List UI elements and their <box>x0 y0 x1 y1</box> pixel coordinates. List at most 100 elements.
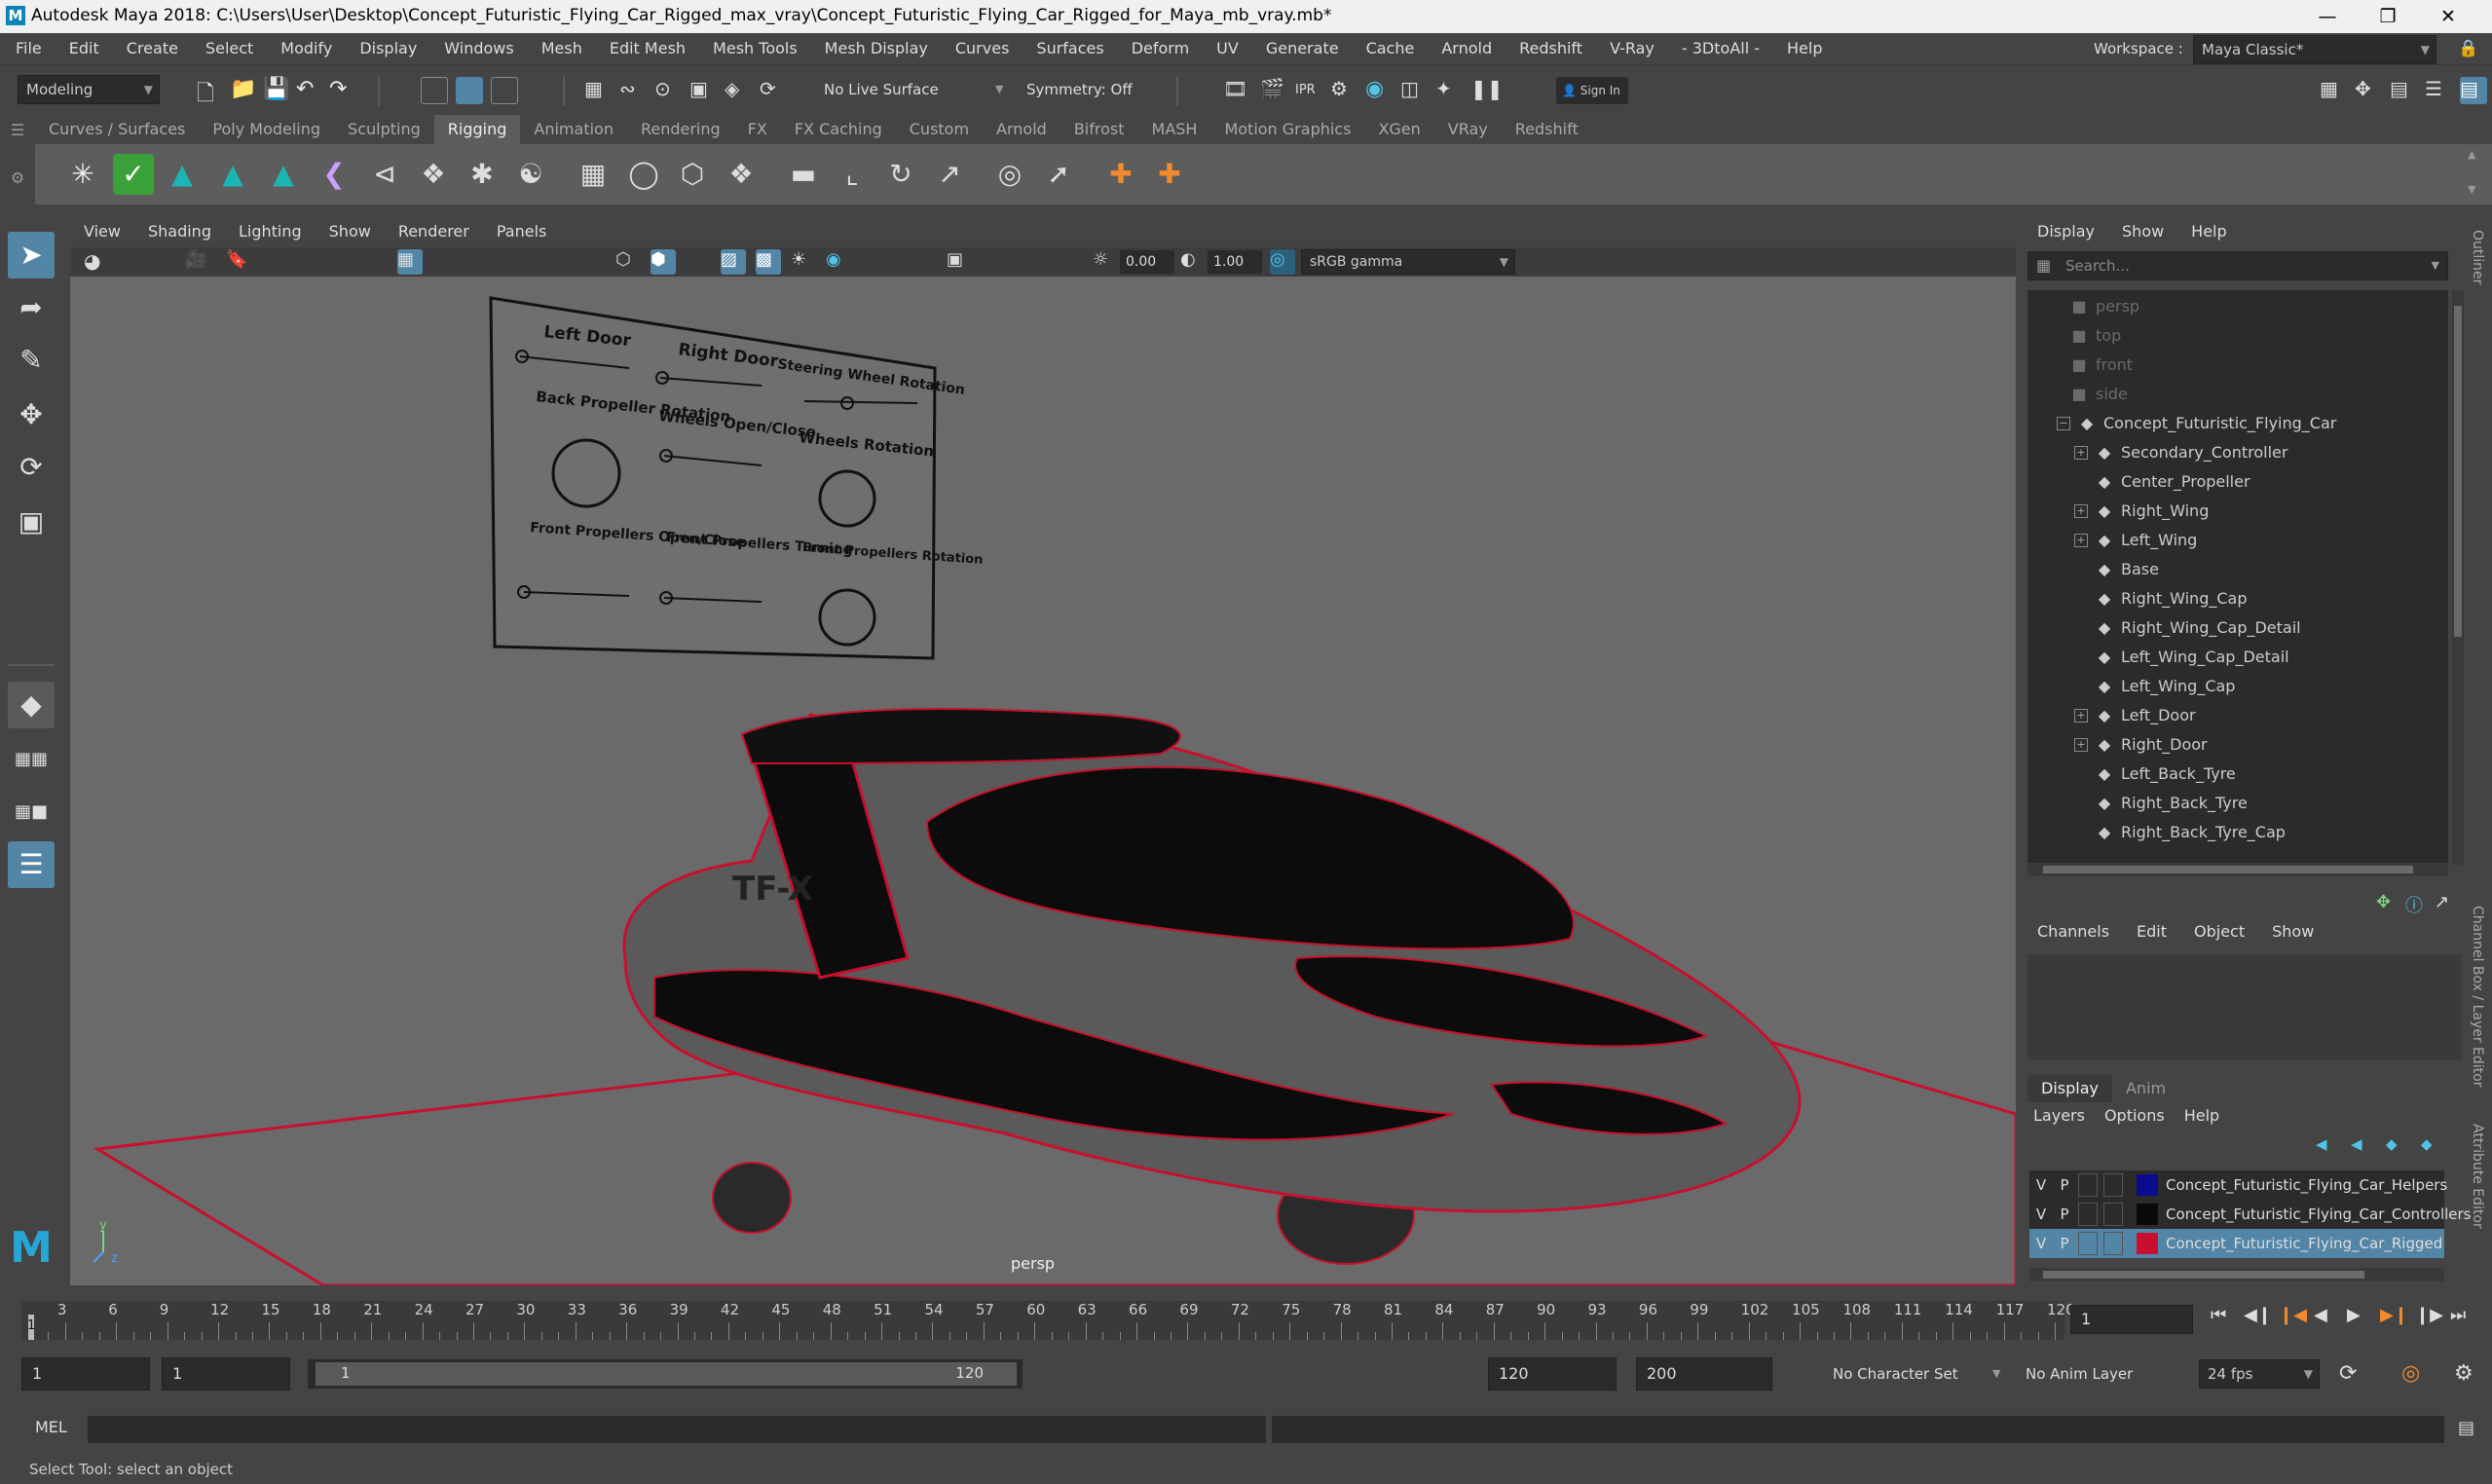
channel-box-area[interactable] <box>2027 954 2462 1059</box>
viewport-menu-view[interactable]: View <box>70 216 134 247</box>
orient-constraint-icon[interactable]: ↻ <box>880 154 921 195</box>
menu-select[interactable]: Select <box>192 33 267 64</box>
layer-menu-layers[interactable]: Layers <box>2024 1102 2095 1130</box>
hscroll-thumb[interactable] <box>2043 1271 2364 1279</box>
single-perspective-layout-icon[interactable]: ◆ <box>8 682 55 728</box>
mirror-joint-icon[interactable]: ❮ <box>314 154 354 195</box>
shelf-tab-fx-caching[interactable]: FX Caching <box>781 115 896 144</box>
layer-row[interactable]: V P Concept_Futuristic_Flying_Car_Rigged <box>2029 1229 2444 1258</box>
new-scene-icon[interactable]: 🗋 <box>197 77 224 106</box>
outliner-item-left-wing-cap-detail[interactable]: ◆ Left_Wing_Cap_Detail <box>2074 643 2289 672</box>
menu-create[interactable]: Create <box>113 33 192 64</box>
locator-icon[interactable]: ✚ <box>1100 154 1141 195</box>
flying-car-model[interactable]: TF-X <box>622 708 1802 1265</box>
snap-view-icon[interactable]: ▣ <box>689 77 717 104</box>
ik-handle-icon[interactable]: ▲ <box>162 154 203 195</box>
playback-end-field[interactable]: 120 <box>1488 1357 1617 1391</box>
menu-arnold[interactable]: Arnold <box>1428 33 1506 64</box>
gamma-icon[interactable]: ◐ <box>1180 249 1206 275</box>
xray-icon[interactable]: ▩ <box>756 249 781 275</box>
four-view-layout-icon[interactable]: ▦▦ <box>8 736 55 783</box>
expand-icon[interactable]: + <box>2074 738 2088 752</box>
character-set-label[interactable]: No Character Set <box>1833 1365 1958 1383</box>
layer-tab-display[interactable]: Display <box>2027 1075 2112 1102</box>
character-controls-icon[interactable]: ✥ <box>2355 77 2382 104</box>
create-joint-icon[interactable]: ✳ <box>62 154 103 195</box>
minimize-button[interactable]: — <box>2300 0 2355 33</box>
menu-deform[interactable]: Deform <box>1118 33 1203 64</box>
chevron-down-icon[interactable]: ▼ <box>2432 259 2439 272</box>
viewport-canvas[interactable]: Left Door Right Door Steering Wheel Rota… <box>70 277 2016 1285</box>
control-board[interactable]: Left Door Right Door Steering Wheel Rota… <box>489 296 984 660</box>
wrap-deformer-icon[interactable]: ⬡ <box>672 154 713 195</box>
anim-preferences-icon[interactable]: ⚙ <box>2454 1361 2473 1386</box>
exposure-field[interactable]: 0.00 <box>1120 250 1174 274</box>
expand-icon[interactable]: + <box>2074 709 2088 723</box>
side-tab-attribute-editor[interactable]: Attribute Editor <box>2470 1124 2485 1229</box>
set-driven-key-icon[interactable]: ✚ <box>1149 154 1190 195</box>
go-to-end-icon[interactable]: ⏭ <box>2450 1305 2466 1325</box>
fps-dropdown[interactable]: 24 fps ▼ <box>2199 1359 2320 1389</box>
outliner-menu-display[interactable]: Display <box>2024 216 2108 247</box>
snap-grid-icon[interactable]: ▦ <box>584 77 612 104</box>
layer-template-toggle[interactable] <box>2103 1173 2123 1197</box>
menu-windows[interactable]: Windows <box>430 33 527 64</box>
lock-icon[interactable]: 🔒 <box>2458 39 2478 58</box>
outliner-item-left-back-tyre[interactable]: ◆ Left_Back_Tyre <box>2074 760 2236 789</box>
viewport-menu-shading[interactable]: Shading <box>134 216 225 247</box>
layer-visibility-toggle[interactable]: V <box>2031 1232 2051 1255</box>
outliner-item-right-back-tyre[interactable]: ◆ Right_Back_Tyre <box>2074 789 2248 818</box>
outliner-item-persp[interactable]: ■ persp <box>2068 292 2139 321</box>
layer-reference-toggle[interactable] <box>2078 1173 2098 1197</box>
help-icon[interactable]: ⓘ <box>2405 892 2423 917</box>
layer-reference-toggle[interactable] <box>2078 1203 2098 1226</box>
outliner-item-right-back-tyre-cap[interactable]: ◆ Right_Back_Tyre_Cap <box>2074 818 2286 847</box>
layer-menu-options[interactable]: Options <box>2095 1102 2175 1130</box>
attribute-editor-toggle-icon[interactable]: ▤ <box>2390 77 2417 104</box>
shelf-scroll-down-icon[interactable]: ▼ <box>2468 183 2475 196</box>
expand-icon[interactable]: + <box>2074 446 2088 460</box>
range-slider[interactable]: 1 120 <box>308 1359 1023 1389</box>
menu-edit-mesh[interactable]: Edit Mesh <box>596 33 699 64</box>
shelf-tab-bifrost[interactable]: Bifrost <box>1060 115 1138 144</box>
menu-3dtoall[interactable]: - 3DtoAll - <box>1668 33 1773 64</box>
layer-reference-toggle[interactable] <box>2078 1232 2098 1255</box>
outliner-item-right-door[interactable]: + ◆ Right_Door <box>2074 730 2208 760</box>
layer-color-swatch[interactable] <box>2137 1204 2158 1225</box>
outliner-item-root[interactable]: − ◆ Concept_Futuristic_Flying_Car <box>2057 409 2336 438</box>
snap-live-icon[interactable]: ⟳ <box>760 77 787 104</box>
aim-constraint-icon[interactable]: ⌞ <box>832 154 873 195</box>
shelf-tab-curves-surfaces[interactable]: Curves / Surfaces <box>35 115 199 144</box>
outliner-item-front[interactable]: ■ front <box>2068 351 2133 380</box>
step-forward-frame-icon[interactable]: ▶❙ <box>2380 1305 2408 1325</box>
tool-settings-icon[interactable]: ☰ <box>2425 77 2452 104</box>
step-back-frame-icon[interactable]: ❙◀ <box>2279 1305 2307 1325</box>
shelf-handle[interactable]: ☰ ⚙ <box>0 115 35 204</box>
menu-curves[interactable]: Curves <box>942 33 1023 64</box>
layer-row[interactable]: V P Concept_Futuristic_Flying_Car_Controll… <box>2029 1200 2471 1229</box>
skeleton-icon[interactable]: ☯ <box>510 154 551 195</box>
snap-curve-icon[interactable]: ∾ <box>619 77 647 104</box>
chevron-down-icon[interactable]: ▼ <box>1992 1367 2000 1380</box>
menu-cache[interactable]: Cache <box>1353 33 1429 64</box>
menu-help[interactable]: Help <box>1773 33 1836 64</box>
chevron-down-icon[interactable]: ▼ <box>995 83 1003 95</box>
layer-template-toggle[interactable] <box>2103 1232 2123 1255</box>
pause-render-icon[interactable]: ❚❚ <box>1470 77 1504 104</box>
time-ruler[interactable]: 3 6 9 12 15 18 21 24 27 30 33 36 39 42 45 48 51 54 57 60 63 6… <box>21 1301 2075 1340</box>
wireframe-icon[interactable]: ⬡ <box>615 249 641 275</box>
channel-menu-show[interactable]: Show <box>2258 915 2327 948</box>
outliner-menu-show[interactable]: Show <box>2108 216 2177 247</box>
command-input[interactable] <box>88 1416 1266 1443</box>
wireframe-on-shaded-icon[interactable]: ▨ <box>721 249 746 275</box>
shelf-tab-mash[interactable]: MASH <box>1138 115 1211 144</box>
shelf-tab-custom[interactable]: Custom <box>896 115 983 144</box>
outliner-item-side[interactable]: ■ side <box>2068 380 2127 409</box>
redo-icon[interactable]: ↷ <box>329 77 356 104</box>
shelf-tab-rigging[interactable]: Rigging <box>433 115 521 144</box>
animation-start-field[interactable]: 1 <box>21 1357 150 1391</box>
layer-hscrollbar[interactable] <box>2029 1268 2444 1281</box>
snap-point-icon[interactable]: ⊙ <box>654 77 682 104</box>
outliner-hscrollbar[interactable] <box>2027 863 2448 876</box>
move-axes-icon[interactable]: ✥ <box>2376 892 2391 912</box>
